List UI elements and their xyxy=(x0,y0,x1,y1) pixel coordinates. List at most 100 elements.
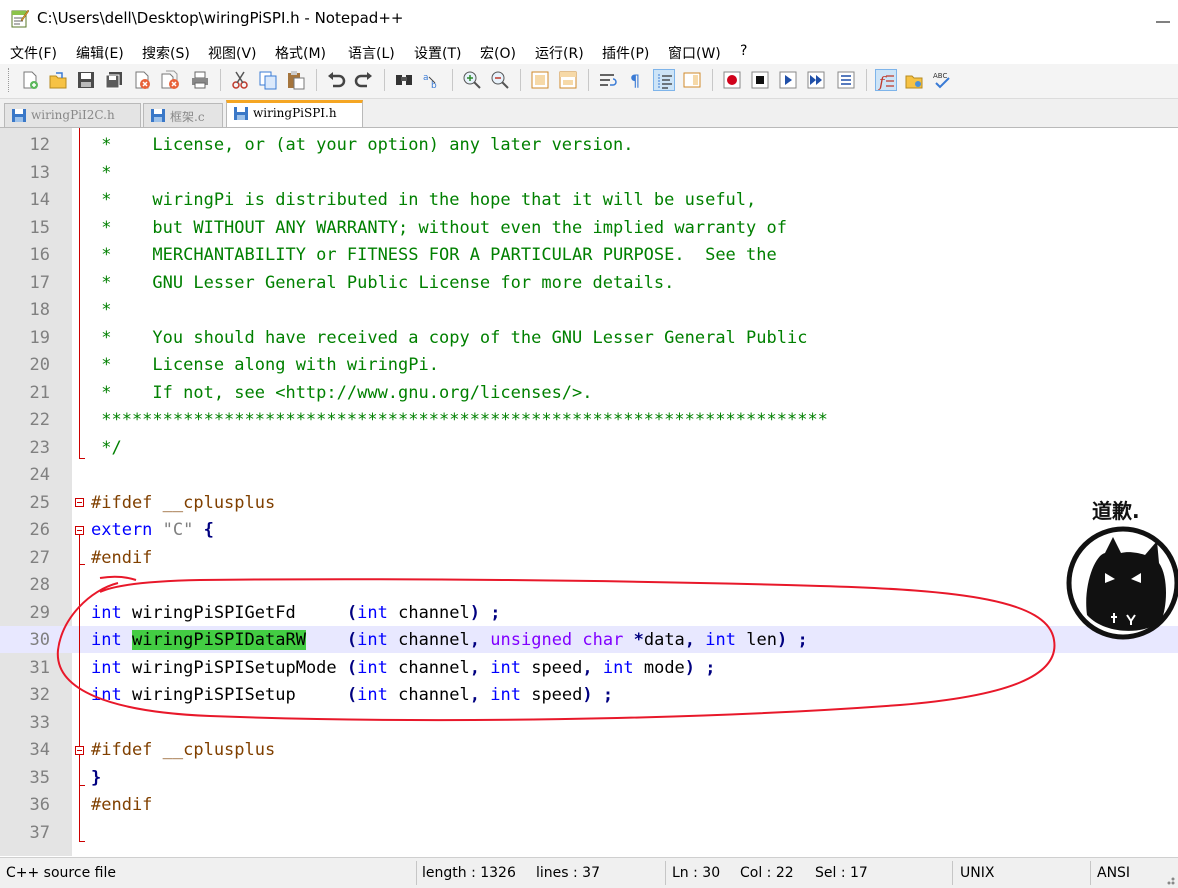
fold-toggle-icon[interactable] xyxy=(75,526,84,535)
code-line[interactable]: 22 *************************************… xyxy=(0,406,1178,433)
status-encoding[interactable]: ANSI xyxy=(1097,865,1130,881)
cut-icon[interactable] xyxy=(229,69,251,91)
new-file-icon[interactable] xyxy=(19,69,41,91)
file-saved-icon xyxy=(234,107,248,120)
svg-text:a: a xyxy=(423,73,429,83)
paste-icon[interactable] xyxy=(285,69,307,91)
file-saved-icon xyxy=(12,109,26,122)
menu-run[interactable]: 运行(R) xyxy=(535,43,584,63)
code-text: extern "C" { xyxy=(91,520,214,540)
status-line-number: Ln : 30 xyxy=(672,865,721,881)
code-line[interactable]: 21 * If not, see <http://www.gnu.org/lic… xyxy=(0,379,1178,406)
play-macro-icon[interactable] xyxy=(777,69,799,91)
code-line[interactable]: 16 * MERCHANTABILITY or FITNESS FOR A PA… xyxy=(0,241,1178,268)
close-icon[interactable] xyxy=(131,69,153,91)
code-line[interactable]: 36 #endif xyxy=(0,791,1178,818)
code-line[interactable]: 33 xyxy=(0,709,1178,736)
code-line[interactable]: 24 xyxy=(0,461,1178,488)
sync-vertical-icon[interactable] xyxy=(529,69,551,91)
open-file-icon[interactable] xyxy=(47,69,69,91)
tab-framework[interactable]: 框架.c xyxy=(143,103,223,127)
find-icon[interactable] xyxy=(393,69,415,91)
menu-file[interactable]: 文件(F) xyxy=(10,43,57,63)
code-token: * If not, see <http://www.gnu.org/licens… xyxy=(91,382,593,403)
menu-plugins[interactable]: 插件(P) xyxy=(602,43,649,63)
code-line[interactable]: 12 * License, or (at your option) any la… xyxy=(0,131,1178,158)
status-eol-format[interactable]: UNIX xyxy=(960,865,994,881)
code-line[interactable]: 28 xyxy=(0,571,1178,598)
tab-wiringpii2c[interactable]: wiringPiI2C.h xyxy=(4,103,141,127)
zoom-out-icon[interactable] xyxy=(489,69,511,91)
status-selection: Sel : 17 xyxy=(815,865,868,881)
menu-language[interactable]: 语言(L) xyxy=(348,43,395,63)
code-line[interactable]: 29 int wiringPiSPIGetFd (int channel) ; xyxy=(0,599,1178,626)
stop-record-icon[interactable] xyxy=(749,69,771,91)
save-all-icon[interactable] xyxy=(103,69,125,91)
record-macro-icon[interactable] xyxy=(721,69,743,91)
code-token: ****************************************… xyxy=(91,410,828,430)
code-line[interactable]: 37 xyxy=(0,819,1178,846)
code-line[interactable]: 15 * but WITHOUT ANY WARRANTY; without e… xyxy=(0,214,1178,241)
code-line[interactable]: 20 * License along with wiringPi. xyxy=(0,351,1178,378)
menu-help[interactable]: ? xyxy=(740,43,747,59)
menu-edit[interactable]: 编辑(E) xyxy=(76,43,124,63)
fold-toggle-icon[interactable] xyxy=(75,746,84,755)
code-token: ( xyxy=(346,657,358,678)
code-line[interactable]: 26 extern "C" { xyxy=(0,516,1178,543)
code-line[interactable]: 32 int wiringPiSPISetup (int channel, int… xyxy=(0,681,1178,708)
menu-format[interactable]: 格式(M) xyxy=(275,43,326,63)
tab-label: wiringPiI2C.h xyxy=(31,108,115,122)
code-token: * License along with wiringPi. xyxy=(91,355,439,375)
code-line[interactable]: 30 int wiringPiSPIDataRW (int channel, un… xyxy=(0,626,1178,653)
folder-workspace-icon[interactable] xyxy=(903,69,925,91)
status-lines: lines : 37 xyxy=(536,865,600,881)
indent-guide-icon[interactable] xyxy=(653,69,675,91)
code-token: #ifdef __cplusplus xyxy=(91,492,276,513)
code-line[interactable]: 23 */ xyxy=(0,434,1178,461)
code-token: * MERCHANTABILITY or FITNESS FOR A PARTI… xyxy=(91,245,777,265)
code-line[interactable]: 14 * wiringPi is distributed in the hope… xyxy=(0,186,1178,213)
redo-icon[interactable] xyxy=(353,69,375,91)
zoom-in-icon[interactable] xyxy=(461,69,483,91)
run-macro-multiple-icon[interactable] xyxy=(805,69,827,91)
sync-horizontal-icon[interactable] xyxy=(557,69,579,91)
code-line[interactable]: 31 int wiringPiSPISetupMode (int channel,… xyxy=(0,654,1178,681)
menu-search[interactable]: 搜索(S) xyxy=(142,43,190,63)
menu-view[interactable]: 视图(V) xyxy=(208,43,257,63)
tab-wiringpispi[interactable]: wiringPiSPI.h xyxy=(226,100,363,127)
code-line[interactable]: 27 #endif xyxy=(0,544,1178,571)
word-wrap-icon[interactable] xyxy=(597,69,619,91)
code-text: * License, or (at your option) any later… xyxy=(91,135,633,155)
save-macro-icon[interactable] xyxy=(835,69,857,91)
code-line[interactable]: 17 * GNU Lesser General Public License f… xyxy=(0,269,1178,296)
code-token: * xyxy=(633,630,644,650)
fold-end-marker xyxy=(79,841,85,842)
spell-check-icon[interactable]: ABC xyxy=(931,69,953,91)
code-token: int xyxy=(357,630,388,650)
print-icon[interactable] xyxy=(189,69,211,91)
code-token: * GNU Lesser General Public License for … xyxy=(91,272,675,293)
resize-grip-icon[interactable] xyxy=(1163,873,1175,885)
undo-icon[interactable] xyxy=(325,69,347,91)
status-file-type: C++ source file xyxy=(6,865,116,881)
menu-window[interactable]: 窗口(W) xyxy=(668,43,721,63)
doc-map-icon[interactable] xyxy=(681,69,703,91)
fold-toggle-icon[interactable] xyxy=(75,498,84,507)
code-token: , xyxy=(582,657,593,678)
show-all-chars-icon[interactable]: ¶ xyxy=(625,69,647,91)
close-all-icon[interactable] xyxy=(159,69,181,91)
code-editor[interactable]: 12 * License, or (at your option) any la… xyxy=(0,128,1178,856)
replace-icon[interactable]: ab xyxy=(421,69,443,91)
code-line[interactable]: 18 * xyxy=(0,296,1178,323)
save-icon[interactable] xyxy=(75,69,97,91)
code-line[interactable]: 25 #ifdef __cplusplus xyxy=(0,489,1178,516)
copy-icon[interactable] xyxy=(257,69,279,91)
code-line[interactable]: 19 * You should have received a copy of … xyxy=(0,324,1178,351)
code-line[interactable]: 13 * xyxy=(0,159,1178,186)
menu-macro[interactable]: 宏(O) xyxy=(480,43,516,63)
code-line[interactable]: 35} xyxy=(0,764,1178,791)
minimize-icon[interactable] xyxy=(1150,6,1178,32)
code-line[interactable]: 34 #ifdef __cplusplus xyxy=(0,736,1178,763)
function-list-icon[interactable]: f xyxy=(875,69,897,91)
menu-settings[interactable]: 设置(T) xyxy=(414,43,461,63)
